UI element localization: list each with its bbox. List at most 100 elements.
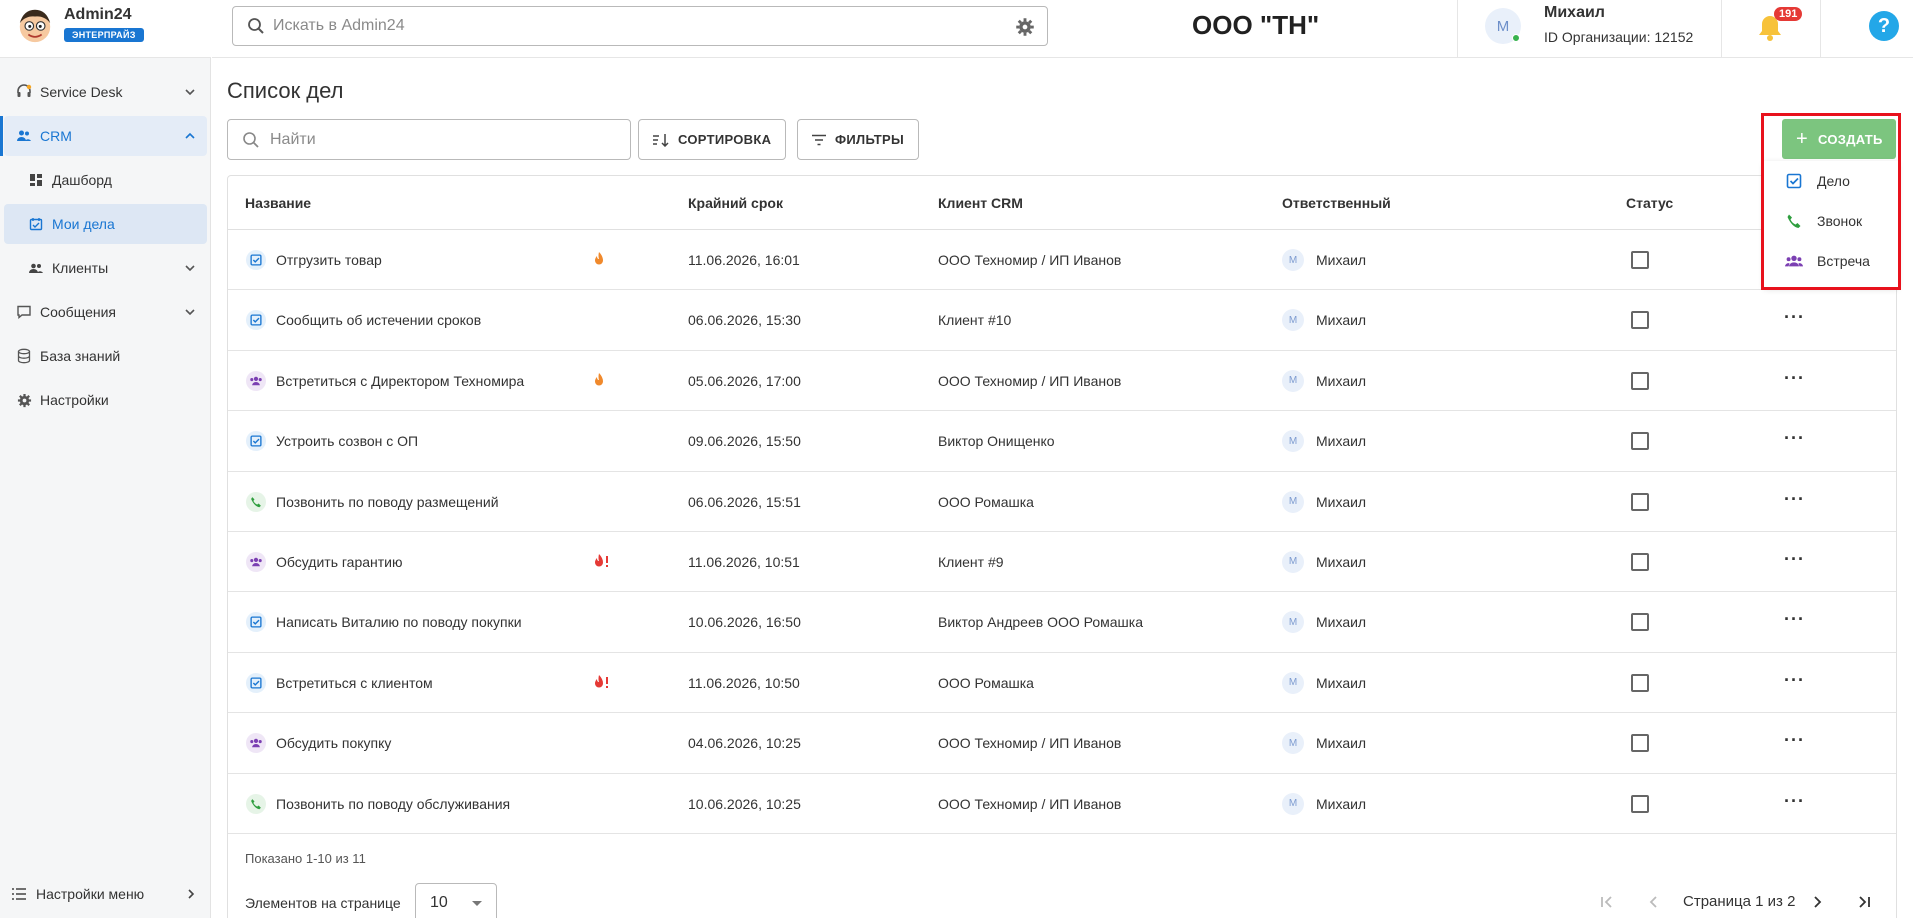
task-check-icon <box>246 612 266 633</box>
status-checkbox[interactable] <box>1631 794 1649 813</box>
task-name[interactable]: Устроить созвон с ОП <box>276 411 418 471</box>
status-checkbox[interactable] <box>1631 432 1649 451</box>
table-row[interactable]: Сообщить об истечении сроков 06.06.2026, … <box>228 290 1896 351</box>
sort-label: СОРТИРОВКА <box>678 132 772 147</box>
task-check-icon <box>246 250 266 270</box>
next-page-icon[interactable] <box>1808 893 1826 911</box>
search-icon <box>248 18 264 34</box>
user-name[interactable]: Михаил <box>1544 4 1605 22</box>
table-row[interactable]: Обсудить гарантию 11.06.2026, 10:51 Клиент… <box>228 532 1896 593</box>
column-header-name[interactable]: Название <box>245 195 311 211</box>
more-actions-icon[interactable]: ··· <box>1784 731 1805 749</box>
last-page-icon[interactable] <box>1855 893 1873 911</box>
task-client[interactable]: Клиент #9 <box>938 532 1004 592</box>
table-row[interactable]: Устроить созвон с ОП 09.06.2026, 15:50 Вик… <box>228 411 1896 472</box>
task-deadline: 04.06.2026, 10:25 <box>688 735 801 752</box>
task-name[interactable]: Встретиться с Директором Техномира <box>276 351 524 411</box>
find-input[interactable]: Найти <box>227 119 631 160</box>
sidebar-item-settings[interactable]: Настройки <box>4 380 207 420</box>
table-row[interactable]: Позвонить по поводу размещений 06.06.2026… <box>228 472 1896 532</box>
divider <box>1820 0 1821 58</box>
status-checkbox[interactable] <box>1631 492 1649 511</box>
task-client[interactable]: ООО Ромашка <box>938 653 1034 713</box>
column-header-client[interactable]: Клиент CRM <box>938 195 1023 211</box>
first-page-icon[interactable] <box>1598 893 1616 911</box>
table-row[interactable]: Написать Виталию по поводу покупки 10.06.… <box>228 592 1896 653</box>
more-actions-icon[interactable]: ··· <box>1784 610 1805 628</box>
status-checkbox[interactable] <box>1631 734 1649 753</box>
help-button[interactable]: ? <box>1869 11 1899 41</box>
task-client[interactable]: Виктор Андреев ООО Ромашка <box>938 592 1143 652</box>
global-search-input[interactable]: Искать в Admin24 <box>232 6 1048 46</box>
filter-button[interactable]: ФИЛЬТРЫ <box>797 119 920 160</box>
task-client[interactable]: ООО Техномир / ИП Иванов <box>938 230 1121 290</box>
sidebar-item-dashboard[interactable]: Дашборд <box>4 160 207 200</box>
task-name[interactable]: Позвонить по поводу обслуживания <box>276 774 510 834</box>
table-row[interactable]: Встретиться с клиентом 11.06.2026, 10:50 О… <box>228 653 1896 714</box>
task-name[interactable]: Встретиться с клиентом <box>276 653 433 713</box>
task-responsible: М Михаил <box>1282 411 1366 471</box>
sort-icon <box>653 133 669 147</box>
task-client[interactable]: Виктор Онищенко <box>938 411 1055 471</box>
table-row[interactable]: Отгрузить товар 11.06.2026, 16:01 ООО Техн… <box>228 230 1896 291</box>
task-client[interactable]: ООО Техномир / ИП Иванов <box>938 351 1121 411</box>
status-checkbox[interactable] <box>1631 673 1649 692</box>
task-check-icon <box>246 431 266 452</box>
column-header-status[interactable]: Статус <box>1626 195 1673 211</box>
per-page-select[interactable]: 10 <box>415 883 497 918</box>
more-actions-icon[interactable]: ··· <box>1784 490 1805 508</box>
more-actions-icon[interactable]: ··· <box>1784 792 1805 810</box>
column-header-deadline[interactable]: Крайний срок <box>688 195 783 211</box>
group-icon <box>246 370 266 391</box>
database-icon <box>16 348 32 364</box>
users-icon <box>16 128 32 144</box>
more-actions-icon[interactable]: ··· <box>1784 429 1805 447</box>
status-checkbox[interactable] <box>1631 613 1649 632</box>
responsible-avatar: М <box>1282 309 1304 332</box>
prev-page-icon[interactable] <box>1645 893 1663 911</box>
more-actions-icon[interactable]: ··· <box>1784 308 1805 326</box>
more-actions-icon[interactable]: ··· <box>1784 550 1805 568</box>
more-actions-icon[interactable]: ··· <box>1784 369 1805 387</box>
task-deadline: 11.06.2026, 10:51 <box>688 553 800 570</box>
responsible-name: Михаил <box>1316 372 1367 389</box>
table-row[interactable]: Обсудить покупку 04.06.2026, 10:25 ООО Тех… <box>228 713 1896 774</box>
responsible-name: Михаил <box>1316 735 1367 752</box>
sidebar-item-label: Сообщения <box>40 304 116 320</box>
search-settings-icon[interactable] <box>1015 17 1035 37</box>
sidebar-item-clients[interactable]: Клиенты <box>4 248 207 288</box>
responsible-avatar: М <box>1282 550 1304 573</box>
task-name[interactable]: Позвонить по поводу размещений <box>276 472 499 532</box>
task-name[interactable]: Написать Виталию по поводу покупки <box>276 592 522 652</box>
menu-settings-button[interactable]: Настройки меню <box>0 870 211 918</box>
task-client[interactable]: Клиент #10 <box>938 290 1011 350</box>
status-checkbox[interactable] <box>1631 311 1649 330</box>
sidebar-item-knowledge-base[interactable]: База знаний <box>4 336 207 376</box>
sidebar-item-label: Клиенты <box>52 260 109 276</box>
divider <box>1721 0 1722 58</box>
find-placeholder: Найти <box>270 130 316 148</box>
sidebar-item-crm[interactable]: CRM <box>0 116 207 156</box>
responsible-avatar: М <box>1282 369 1304 392</box>
table-row[interactable]: Встретиться с Директором Техномира 05.06.… <box>228 351 1896 412</box>
brand-block[interactable]: Admin24 ЭНТЕРПРАЙЗ <box>0 0 211 58</box>
more-actions-icon[interactable]: ··· <box>1784 671 1805 689</box>
user-avatar[interactable]: М <box>1485 8 1521 44</box>
sidebar-item-my-tasks[interactable]: Мои дела <box>4 204 207 244</box>
column-header-responsible[interactable]: Ответственный <box>1282 195 1391 211</box>
task-name[interactable]: Сообщить об истечении сроков <box>276 290 481 350</box>
task-name[interactable]: Обсудить гарантию <box>276 532 403 592</box>
task-responsible: М Михаил <box>1282 532 1366 592</box>
status-checkbox[interactable] <box>1631 552 1649 571</box>
status-checkbox[interactable] <box>1631 371 1649 390</box>
sort-button[interactable]: СОРТИРОВКА <box>638 119 787 160</box>
status-checkbox[interactable] <box>1631 251 1649 269</box>
sidebar-item-service-desk[interactable]: Service Desk <box>4 72 207 112</box>
task-client[interactable]: ООО Техномир / ИП Иванов <box>938 774 1121 834</box>
table-row[interactable]: Позвонить по поводу обслуживания 10.06.20… <box>228 774 1896 834</box>
task-client[interactable]: ООО Техномир / ИП Иванов <box>938 713 1121 773</box>
task-name[interactable]: Обсудить покупку <box>276 713 391 773</box>
task-name[interactable]: Отгрузить товар <box>276 230 382 290</box>
sidebar-item-messages[interactable]: Сообщения <box>4 292 207 332</box>
task-client[interactable]: ООО Ромашка <box>938 472 1034 532</box>
